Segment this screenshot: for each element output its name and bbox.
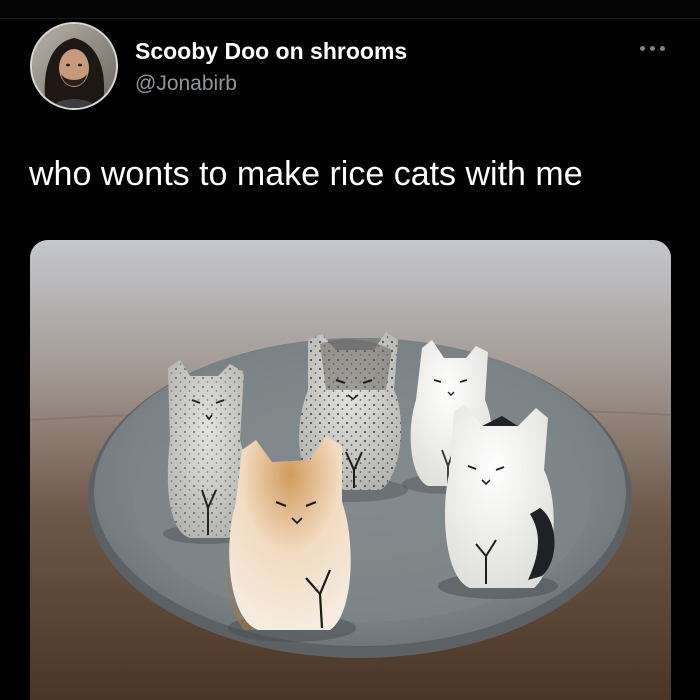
- cat-toasted-front: [227, 436, 356, 642]
- more-horizontal-icon[interactable]: [632, 38, 672, 58]
- display-name[interactable]: Scooby Doo on shrooms: [135, 36, 407, 66]
- avatar[interactable]: [30, 22, 118, 110]
- user-handle[interactable]: @Jonabirb: [135, 70, 237, 98]
- dot: [639, 45, 645, 51]
- top-separator: [0, 0, 700, 19]
- tweet-media-photo[interactable]: [30, 240, 671, 700]
- avatar-image: [32, 24, 116, 108]
- cat-white-nori-front: [438, 404, 558, 599]
- tweet-text: who wonts to make rice cats with me: [29, 155, 583, 193]
- dot: [659, 45, 665, 51]
- dot: [649, 45, 655, 51]
- rice-cats-photo: [30, 240, 671, 700]
